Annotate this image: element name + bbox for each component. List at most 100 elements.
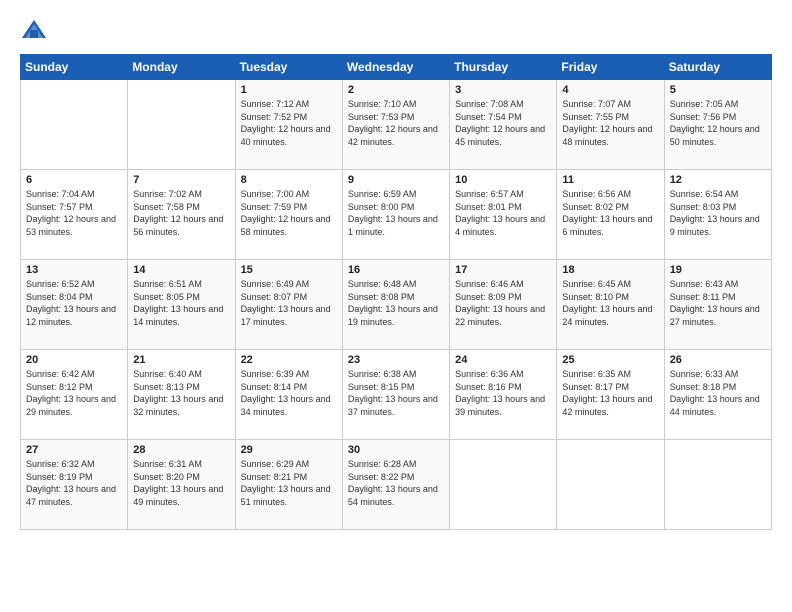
day-number: 22	[241, 354, 337, 366]
day-info: Sunrise: 7:04 AM Sunset: 7:57 PM Dayligh…	[26, 188, 122, 238]
day-number: 10	[455, 174, 551, 186]
day-info: Sunrise: 6:43 AM Sunset: 8:11 PM Dayligh…	[670, 278, 766, 328]
day-cell-3: 3 Sunrise: 7:08 AM Sunset: 7:54 PM Daylig…	[450, 80, 557, 170]
day-number: 3	[455, 84, 551, 96]
day-number: 1	[241, 84, 337, 96]
day-number: 30	[348, 444, 444, 456]
day-cell-8: 8Sunrise: 7:00 AM Sunset: 7:59 PM Daylig…	[235, 170, 342, 260]
day-cell-27: 27 Sunrise: 6:32 AM Sunset: 8:19 PM Dayli…	[21, 440, 128, 530]
day-number: 5	[670, 84, 766, 96]
day-cell-7: 7 Sunrise: 7:02 AM Sunset: 7:58 PM Daylig…	[128, 170, 235, 260]
day-info: Sunrise: 6:35 AM Sunset: 8:17 PM Dayligh…	[562, 368, 658, 418]
day-number: 25	[562, 354, 658, 366]
day-info: Sunrise: 6:45 AM Sunset: 8:10 PM Dayligh…	[562, 278, 658, 328]
day-cell-5: 5 Sunrise: 7:05 AM Sunset: 7:56 PM Daylig…	[664, 80, 771, 170]
day-info: Sunrise: 6:40 AM Sunset: 8:13 PM Dayligh…	[133, 368, 229, 418]
day-info: Sunrise: 7:08 AM Sunset: 7:54 PM Dayligh…	[455, 98, 551, 148]
day-cell-4: 4Sunrise: 7:07 AM Sunset: 7:55 PM Daylig…	[557, 80, 664, 170]
empty-cell	[128, 80, 235, 170]
day-info: Sunrise: 6:59 AM Sunset: 8:00 PM Dayligh…	[348, 188, 444, 238]
day-number: 6	[26, 174, 122, 186]
empty-cell	[664, 440, 771, 530]
day-cell-12: 12 Sunrise: 6:54 AM Sunset: 8:03 PM Dayli…	[664, 170, 771, 260]
day-cell-22: 22 Sunrise: 6:39 AM Sunset: 8:14 PM Dayli…	[235, 350, 342, 440]
day-number: 17	[455, 264, 551, 276]
day-number: 27	[26, 444, 122, 456]
day-number: 12	[670, 174, 766, 186]
day-info: Sunrise: 6:49 AM Sunset: 8:07 PM Dayligh…	[241, 278, 337, 328]
day-info: Sunrise: 6:31 AM Sunset: 8:20 PM Dayligh…	[133, 458, 229, 508]
day-info: Sunrise: 6:46 AM Sunset: 8:09 PM Dayligh…	[455, 278, 551, 328]
week-row-4: 20Sunrise: 6:42 AM Sunset: 8:12 PM Dayli…	[21, 350, 772, 440]
logo-icon	[20, 16, 48, 44]
page: SundayMondayTuesdayWednesdayThursdayFrid…	[0, 0, 792, 612]
week-row-3: 13Sunrise: 6:52 AM Sunset: 8:04 PM Dayli…	[21, 260, 772, 350]
day-info: Sunrise: 6:42 AM Sunset: 8:12 PM Dayligh…	[26, 368, 122, 418]
day-cell-6: 6 Sunrise: 7:04 AM Sunset: 7:57 PM Daylig…	[21, 170, 128, 260]
day-info: Sunrise: 6:54 AM Sunset: 8:03 PM Dayligh…	[670, 188, 766, 238]
day-cell-21: 21 Sunrise: 6:40 AM Sunset: 8:13 PM Dayli…	[128, 350, 235, 440]
day-header-sunday: Sunday	[21, 55, 128, 80]
week-row-5: 27 Sunrise: 6:32 AM Sunset: 8:19 PM Dayli…	[21, 440, 772, 530]
empty-cell	[21, 80, 128, 170]
day-cell-16: 16Sunrise: 6:48 AM Sunset: 8:08 PM Dayli…	[342, 260, 449, 350]
day-number: 23	[348, 354, 444, 366]
day-number: 28	[133, 444, 229, 456]
day-info: Sunrise: 6:29 AM Sunset: 8:21 PM Dayligh…	[241, 458, 337, 508]
day-number: 19	[670, 264, 766, 276]
day-info: Sunrise: 7:02 AM Sunset: 7:58 PM Dayligh…	[133, 188, 229, 238]
day-cell-25: 25 Sunrise: 6:35 AM Sunset: 8:17 PM Dayli…	[557, 350, 664, 440]
day-info: Sunrise: 6:39 AM Sunset: 8:14 PM Dayligh…	[241, 368, 337, 418]
day-header-saturday: Saturday	[664, 55, 771, 80]
day-cell-13: 13Sunrise: 6:52 AM Sunset: 8:04 PM Dayli…	[21, 260, 128, 350]
day-cell-10: 10 Sunrise: 6:57 AM Sunset: 8:01 PM Dayli…	[450, 170, 557, 260]
day-number: 11	[562, 174, 658, 186]
day-info: Sunrise: 6:38 AM Sunset: 8:15 PM Dayligh…	[348, 368, 444, 418]
day-cell-18: 18 Sunrise: 6:45 AM Sunset: 8:10 PM Dayli…	[557, 260, 664, 350]
day-info: Sunrise: 6:32 AM Sunset: 8:19 PM Dayligh…	[26, 458, 122, 508]
day-info: Sunrise: 7:12 AM Sunset: 7:52 PM Dayligh…	[241, 98, 337, 148]
day-info: Sunrise: 6:48 AM Sunset: 8:08 PM Dayligh…	[348, 278, 444, 328]
day-header-tuesday: Tuesday	[235, 55, 342, 80]
day-number: 15	[241, 264, 337, 276]
week-row-2: 6 Sunrise: 7:04 AM Sunset: 7:57 PM Daylig…	[21, 170, 772, 260]
week-row-1: 1 Sunrise: 7:12 AM Sunset: 7:52 PM Daylig…	[21, 80, 772, 170]
day-number: 7	[133, 174, 229, 186]
day-cell-23: 23 Sunrise: 6:38 AM Sunset: 8:15 PM Dayli…	[342, 350, 449, 440]
day-cell-14: 14 Sunrise: 6:51 AM Sunset: 8:05 PM Dayli…	[128, 260, 235, 350]
day-info: Sunrise: 7:00 AM Sunset: 7:59 PM Dayligh…	[241, 188, 337, 238]
day-header-monday: Monday	[128, 55, 235, 80]
day-number: 2	[348, 84, 444, 96]
day-cell-24: 24 Sunrise: 6:36 AM Sunset: 8:16 PM Dayli…	[450, 350, 557, 440]
day-info: Sunrise: 6:57 AM Sunset: 8:01 PM Dayligh…	[455, 188, 551, 238]
day-header-row: SundayMondayTuesdayWednesdayThursdayFrid…	[21, 55, 772, 80]
day-header-wednesday: Wednesday	[342, 55, 449, 80]
empty-cell	[450, 440, 557, 530]
empty-cell	[557, 440, 664, 530]
day-info: Sunrise: 6:56 AM Sunset: 8:02 PM Dayligh…	[562, 188, 658, 238]
day-number: 9	[348, 174, 444, 186]
day-info: Sunrise: 7:05 AM Sunset: 7:56 PM Dayligh…	[670, 98, 766, 148]
day-number: 4	[562, 84, 658, 96]
day-info: Sunrise: 6:51 AM Sunset: 8:05 PM Dayligh…	[133, 278, 229, 328]
calendar-table: SundayMondayTuesdayWednesdayThursdayFrid…	[20, 54, 772, 530]
day-number: 14	[133, 264, 229, 276]
day-number: 18	[562, 264, 658, 276]
day-cell-20: 20Sunrise: 6:42 AM Sunset: 8:12 PM Dayli…	[21, 350, 128, 440]
day-info: Sunrise: 6:28 AM Sunset: 8:22 PM Dayligh…	[348, 458, 444, 508]
day-cell-28: 28 Sunrise: 6:31 AM Sunset: 8:20 PM Dayli…	[128, 440, 235, 530]
day-number: 26	[670, 354, 766, 366]
day-info: Sunrise: 6:36 AM Sunset: 8:16 PM Dayligh…	[455, 368, 551, 418]
day-header-friday: Friday	[557, 55, 664, 80]
day-cell-19: 19 Sunrise: 6:43 AM Sunset: 8:11 PM Dayli…	[664, 260, 771, 350]
day-number: 21	[133, 354, 229, 366]
day-cell-29: 29Sunrise: 6:29 AM Sunset: 8:21 PM Dayli…	[235, 440, 342, 530]
day-cell-17: 17 Sunrise: 6:46 AM Sunset: 8:09 PM Dayli…	[450, 260, 557, 350]
day-number: 24	[455, 354, 551, 366]
day-info: Sunrise: 7:10 AM Sunset: 7:53 PM Dayligh…	[348, 98, 444, 148]
day-cell-9: 9 Sunrise: 6:59 AM Sunset: 8:00 PM Daylig…	[342, 170, 449, 260]
day-cell-15: 15 Sunrise: 6:49 AM Sunset: 8:07 PM Dayli…	[235, 260, 342, 350]
logo	[20, 16, 52, 44]
day-cell-2: 2 Sunrise: 7:10 AM Sunset: 7:53 PM Daylig…	[342, 80, 449, 170]
day-info: Sunrise: 6:52 AM Sunset: 8:04 PM Dayligh…	[26, 278, 122, 328]
